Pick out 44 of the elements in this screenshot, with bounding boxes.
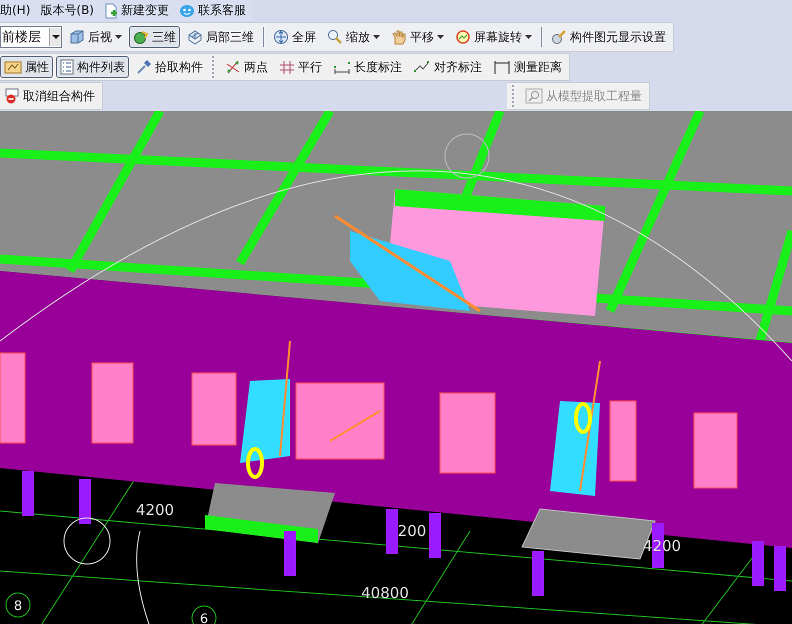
- toolbar-button[interactable]: 属性: [0, 56, 53, 78]
- toolbar-button[interactable]: 取消组合构件: [0, 85, 99, 107]
- toolbar-button[interactable]: 构件图元显示设置: [547, 26, 670, 48]
- dimension-label: 40800: [361, 584, 409, 602]
- magnifier-icon: [525, 88, 543, 104]
- toolbar-button[interactable]: 局部三维: [183, 26, 258, 48]
- cube-icon: [69, 29, 85, 45]
- toolbar-button[interactable]: 全屏: [269, 26, 320, 48]
- toolbar-button[interactable]: 测量距离: [489, 56, 566, 78]
- toolbar-button[interactable]: 对齐标注: [409, 56, 486, 78]
- parallel-lines-icon: [279, 59, 295, 75]
- menu-item[interactable]: 新建变更: [121, 2, 169, 19]
- move-arrows-icon: [273, 29, 289, 45]
- grid-axis-label: 8: [14, 599, 22, 614]
- toolbar-button[interactable]: 屏幕旋转: [451, 26, 536, 48]
- dimension-icon: [333, 59, 351, 75]
- toolbar-button[interactable]: 缩放: [323, 26, 384, 48]
- toolbar-button[interactable]: 拾取构件: [132, 56, 207, 78]
- floor-dropdown[interactable]: 前楼层: [0, 26, 62, 48]
- dimension-label: 200: [398, 522, 426, 540]
- toolbar-button[interactable]: 两点: [221, 56, 272, 78]
- aligned-dimension-icon: [413, 59, 431, 75]
- two-points-icon: [225, 59, 241, 75]
- measure-icon: [493, 59, 511, 75]
- hand-icon: [391, 29, 407, 45]
- document-add-icon: [104, 2, 118, 18]
- folder-icon: [4, 60, 22, 74]
- list-icon: [60, 59, 74, 75]
- magnifier-icon: [327, 29, 343, 45]
- grid-box-icon: [187, 29, 203, 45]
- toolbar-button[interactable]: 构件列表: [56, 56, 129, 78]
- toolbar-button[interactable]: 平行: [275, 56, 326, 78]
- menu-item[interactable]: 助(H): [0, 2, 30, 19]
- toolbar-button[interactable]: 长度标注: [329, 56, 406, 78]
- dimension-label: 4200: [136, 501, 174, 519]
- toolbar-button[interactable]: 平移: [387, 26, 448, 48]
- smiley-face-icon: [179, 4, 195, 18]
- toolbar-button[interactable]: 三维: [129, 26, 180, 48]
- grid-axis-label: 6: [200, 612, 208, 624]
- dropper-icon: [136, 59, 152, 75]
- menu-item[interactable]: 联系客服: [198, 2, 246, 19]
- toolbar-button[interactable]: 后视: [65, 26, 126, 48]
- menu-item[interactable]: 版本号(B): [40, 2, 94, 19]
- no-entry-icon: [4, 88, 20, 104]
